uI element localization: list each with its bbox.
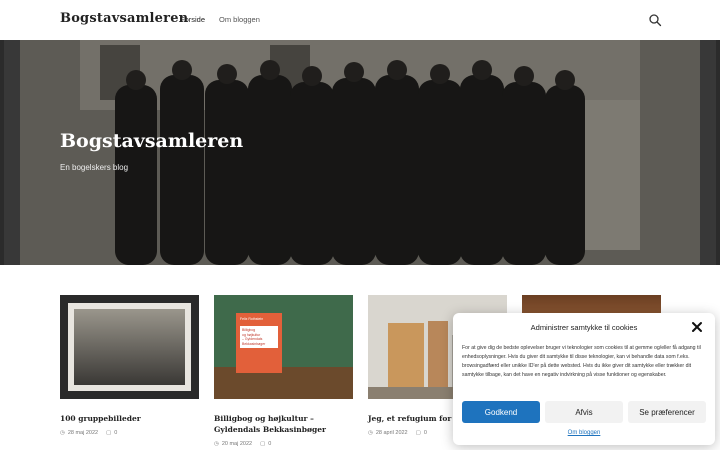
post-comments[interactable]: 0	[268, 441, 271, 447]
post-card[interactable]: Felix Rothstein Billigbog og højkultur –…	[214, 295, 353, 447]
main-nav: Forside Om bloggen	[180, 15, 260, 24]
post-date: 20 maj 2022	[221, 441, 253, 447]
hero-subtitle: En bogelskers blog	[60, 163, 129, 172]
post-thumbnail[interactable]	[60, 295, 199, 399]
hero-title: Bogstavsamleren	[60, 130, 244, 152]
post-title[interactable]: 100 gruppebilleder	[60, 413, 199, 424]
nav-item-forside[interactable]: Forside	[180, 15, 205, 24]
post-comments[interactable]: 0	[114, 430, 117, 436]
book-title-label: Billigbog og højkultur – Gyldendals Bekk…	[240, 326, 278, 348]
clock-icon: ◷	[368, 430, 373, 436]
comment-icon: ▢	[106, 430, 112, 436]
consent-title: Administrer samtykke til cookies	[530, 323, 638, 332]
clock-icon: ◷	[60, 430, 65, 436]
post-comments[interactable]: 0	[424, 430, 427, 436]
post-card[interactable]	[522, 295, 661, 315]
deny-button[interactable]: Afvis	[545, 401, 623, 423]
book-title-line: Bekkasinbøger	[242, 341, 266, 346]
post-card[interactable]: 100 gruppebilleder ◷ 28 maj 2022 ▢ 0	[60, 295, 199, 436]
search-icon[interactable]	[648, 13, 662, 27]
post-meta: ◷ 20 maj 2022 ▢ 0	[214, 441, 353, 447]
post-title[interactable]: Billigbog og højkultur – Gyldendals Bekk…	[214, 413, 353, 435]
hero-overlay	[0, 40, 720, 265]
consent-text: For at give dig de bedste oplevelser bru…	[462, 345, 701, 378]
nav-item-om-bloggen[interactable]: Om bloggen	[219, 15, 260, 24]
cookie-consent-dialog: Administrer samtykke til cookies For at …	[453, 313, 715, 445]
post-date: 28 maj 2022	[67, 430, 99, 436]
post-thumbnail[interactable]: Felix Rothstein Billigbog og højkultur –…	[214, 295, 353, 399]
accept-button[interactable]: Godkend	[462, 401, 540, 423]
clock-icon: ◷	[214, 441, 219, 447]
preferences-button[interactable]: Se præferencer	[628, 401, 706, 423]
comment-icon: ▢	[260, 441, 266, 447]
close-icon[interactable]	[691, 321, 703, 333]
about-blog-link[interactable]: Om bloggen	[453, 430, 715, 436]
comment-icon: ▢	[415, 430, 421, 436]
site-title[interactable]: Bogstavsamleren	[60, 11, 188, 26]
book-author: Felix Rothstein	[240, 317, 264, 321]
post-date: 28 april 2022	[375, 430, 408, 436]
post-meta: ◷ 28 maj 2022 ▢ 0	[60, 430, 199, 436]
hero-banner: Bogstavsamleren En bogelskers blog	[0, 40, 720, 265]
site-header: Bogstavsamleren Forside Om bloggen	[0, 0, 720, 40]
post-thumbnail[interactable]	[522, 295, 661, 315]
